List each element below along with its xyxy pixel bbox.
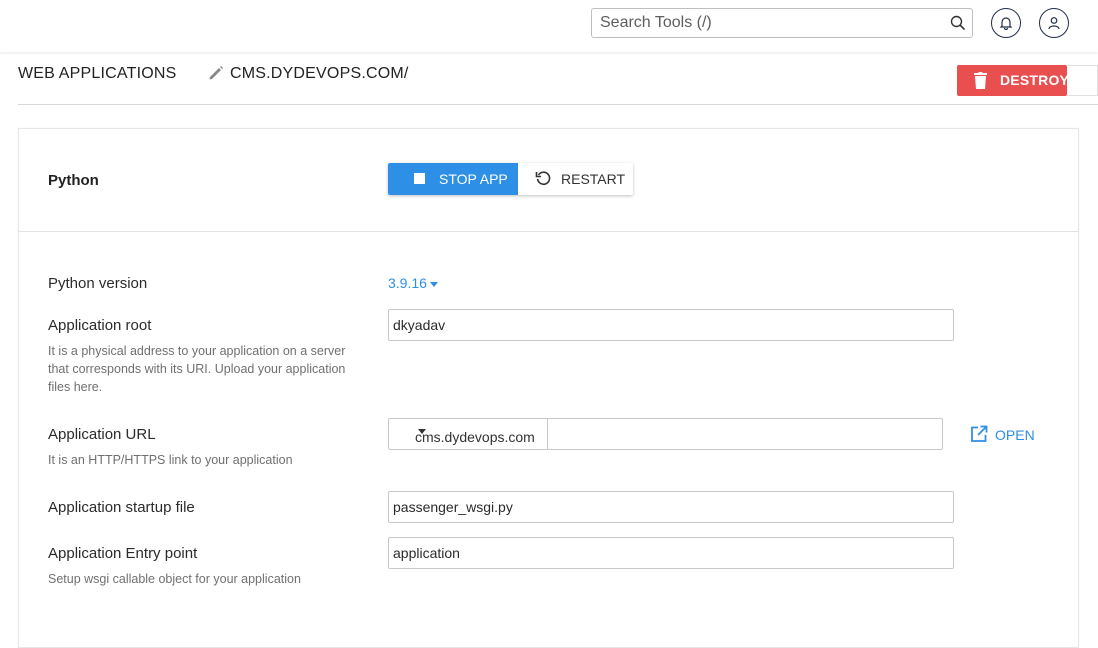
app-url-path-input[interactable] bbox=[548, 419, 943, 449]
python-version-value: 3.9.16 bbox=[388, 275, 427, 291]
app-url-hint: It is an HTTP/HTTPS link to your applica… bbox=[48, 453, 293, 467]
app-root-input[interactable] bbox=[389, 310, 953, 340]
entry-point-label: Application Entry point bbox=[48, 545, 198, 562]
app-root-hint: It is a physical address to your applica… bbox=[48, 344, 346, 394]
destroy-label: DESTROY bbox=[1000, 72, 1070, 88]
entry-point-field[interactable] bbox=[388, 537, 954, 569]
restart-label: RESTART bbox=[561, 171, 626, 187]
user-menu-button[interactable] bbox=[1039, 8, 1069, 38]
startup-file-label: Application startup file bbox=[48, 499, 195, 516]
app-panel: Python STOP APP RESTART Python version 3… bbox=[18, 128, 1079, 648]
app-url-label: Application URL bbox=[48, 426, 156, 443]
open-link-label: OPEN bbox=[995, 427, 1035, 443]
startup-file-input[interactable] bbox=[389, 492, 953, 522]
restart-icon bbox=[535, 171, 551, 185]
caret-down-icon bbox=[429, 281, 438, 287]
top-bar bbox=[0, 0, 1098, 52]
app-control-buttons: STOP APP RESTART bbox=[388, 163, 633, 195]
pencil-icon bbox=[209, 66, 223, 80]
domain-select[interactable]: cms.dydevops.com bbox=[389, 419, 548, 449]
app-url-field: cms.dydevops.com bbox=[388, 418, 943, 450]
trash-icon bbox=[974, 72, 987, 89]
search-input[interactable] bbox=[592, 9, 940, 37]
stop-app-label: STOP APP bbox=[439, 171, 508, 187]
panel-title: Python bbox=[48, 172, 99, 189]
tab-current-app-label: CMS.DYDEVOPS.COM/ bbox=[230, 65, 409, 82]
bell-icon bbox=[999, 17, 1013, 30]
entry-point-hint: Setup wsgi callable object for your appl… bbox=[48, 572, 301, 586]
caret-down-icon bbox=[418, 429, 426, 434]
search-icon[interactable] bbox=[950, 15, 966, 31]
python-version-select[interactable]: 3.9.16 bbox=[388, 275, 438, 291]
user-icon bbox=[1048, 17, 1060, 30]
app-root-label: Application root bbox=[48, 317, 152, 334]
breadcrumb-tabs: WEB APPLICATIONS CMS.DYDEVOPS.COM/ bbox=[18, 52, 1098, 105]
startup-file-field[interactable] bbox=[388, 491, 954, 523]
stop-icon bbox=[414, 173, 425, 184]
destroy-button[interactable]: DESTROY bbox=[957, 65, 1070, 96]
tab-web-applications[interactable]: WEB APPLICATIONS bbox=[18, 65, 177, 83]
stop-app-button[interactable]: STOP APP bbox=[388, 163, 518, 195]
restart-button[interactable]: RESTART bbox=[518, 163, 633, 195]
notifications-button[interactable] bbox=[991, 8, 1021, 38]
python-version-label: Python version bbox=[48, 275, 148, 292]
external-link-icon bbox=[971, 425, 988, 442]
entry-point-input[interactable] bbox=[389, 538, 953, 568]
search-box[interactable] bbox=[591, 8, 973, 38]
app-root-field[interactable] bbox=[388, 309, 954, 341]
domain-value: cms.dydevops.com bbox=[415, 429, 535, 445]
destroy-dropdown[interactable] bbox=[1067, 65, 1098, 96]
panel-header: Python STOP APP RESTART bbox=[19, 129, 1078, 232]
